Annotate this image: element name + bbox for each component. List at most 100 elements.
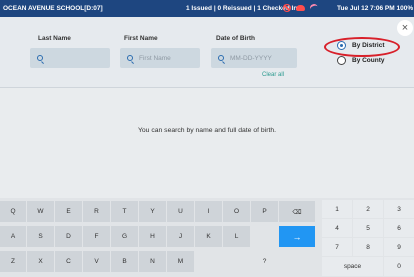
key-5[interactable]: 5 xyxy=(353,219,383,237)
key-c[interactable]: C xyxy=(55,251,82,272)
key-label: N xyxy=(150,258,155,265)
dob-field[interactable]: MM-DD-YYYY xyxy=(211,48,297,68)
close-button[interactable]: × xyxy=(397,20,413,36)
search-icon xyxy=(127,55,133,61)
clear-all-link[interactable]: Clear all xyxy=(262,72,284,78)
key-u[interactable]: U xyxy=(167,201,194,222)
blank-key[interactable] xyxy=(279,251,315,272)
search-icon xyxy=(218,55,224,61)
enter-key[interactable]: → xyxy=(279,226,315,247)
key-label: 4 xyxy=(335,224,339,232)
blank-key[interactable] xyxy=(195,251,222,272)
key-label: T xyxy=(122,208,127,215)
key-label: 8 xyxy=(366,243,370,251)
key-label: K xyxy=(206,233,211,240)
key-r[interactable]: R xyxy=(83,201,110,222)
key-label: 2 xyxy=(366,205,370,213)
highlight-ellipse xyxy=(324,37,400,57)
key-p[interactable]: P xyxy=(251,201,278,222)
first-name-label: First Name xyxy=(124,35,158,42)
status-counts: 1 Issued | 0 Reissued | 1 Checked In xyxy=(186,5,298,12)
key-f[interactable]: F xyxy=(83,226,110,247)
key-label: X xyxy=(38,258,43,265)
key-label: V xyxy=(94,258,99,265)
school-name: OCEAN AVENUE SCHOOL[D:07] xyxy=(3,5,103,12)
key-1[interactable]: 1 xyxy=(322,200,352,218)
key-label: ? xyxy=(262,258,267,265)
key-label: A xyxy=(10,233,16,240)
key-label: B xyxy=(122,258,127,265)
wifi-icon xyxy=(308,2,320,14)
key-8[interactable]: 8 xyxy=(353,238,383,256)
cloud-icon xyxy=(296,5,305,11)
key-label: space xyxy=(343,263,362,270)
key-label: D xyxy=(66,233,71,240)
key-label: W xyxy=(37,208,44,215)
key-z[interactable]: Z xyxy=(0,251,26,272)
key-n[interactable]: N xyxy=(139,251,166,272)
on-screen-keyboard: Q W E R T Y U I O P ⌫ A S D F G H J K L … xyxy=(0,198,414,277)
key-label: F xyxy=(94,233,99,240)
key-q[interactable]: Q xyxy=(0,201,26,222)
key-y[interactable]: Y xyxy=(139,201,166,222)
key-label: Q xyxy=(10,208,16,215)
last-name-field[interactable] xyxy=(30,48,110,68)
blank-key[interactable] xyxy=(251,226,278,247)
first-name-placeholder: First Name xyxy=(139,54,171,62)
key-label: P xyxy=(262,208,267,215)
key-w[interactable]: W xyxy=(27,201,54,222)
key-9[interactable]: 9 xyxy=(384,238,414,256)
dob-placeholder: MM-DD-YYYY xyxy=(230,54,272,62)
key-m[interactable]: M xyxy=(167,251,194,272)
key-b[interactable]: B xyxy=(111,251,138,272)
status-bar: OCEAN AVENUE SCHOOL[D:07] 1 Issued | 0 R… xyxy=(0,0,414,17)
search-icon xyxy=(37,55,43,61)
key-7[interactable]: 7 xyxy=(322,238,352,256)
key-label: 5 xyxy=(366,224,370,232)
key-question[interactable]: ? xyxy=(251,251,278,272)
key-k[interactable]: K xyxy=(195,226,222,247)
status-datetime: Tue Jul 12 7:06 PM 100% xyxy=(337,5,414,12)
key-h[interactable]: H xyxy=(139,226,166,247)
first-name-field[interactable]: First Name xyxy=(120,48,200,68)
key-2[interactable]: 2 xyxy=(353,200,383,218)
key-e[interactable]: E xyxy=(55,201,82,222)
key-d[interactable]: D xyxy=(55,226,82,247)
backspace-key[interactable]: ⌫ xyxy=(279,201,315,222)
key-o[interactable]: O xyxy=(223,201,250,222)
key-g[interactable]: G xyxy=(111,226,138,247)
key-x[interactable]: X xyxy=(27,251,54,272)
key-i[interactable]: I xyxy=(195,201,222,222)
scope-county-label: By County xyxy=(352,57,385,64)
key-t[interactable]: T xyxy=(111,201,138,222)
key-l[interactable]: L xyxy=(223,226,250,247)
ban-icon xyxy=(283,4,291,12)
scope-option-county[interactable]: By County xyxy=(337,56,385,65)
key-label: O xyxy=(233,208,240,215)
key-label: Z xyxy=(11,258,15,265)
key-label: H xyxy=(150,233,155,240)
key-3[interactable]: 3 xyxy=(384,200,414,218)
backspace-icon: ⌫ xyxy=(292,208,302,216)
key-v[interactable]: V xyxy=(83,251,110,272)
key-label: 3 xyxy=(397,205,401,213)
blank-key[interactable] xyxy=(223,251,250,272)
close-icon: × xyxy=(401,22,409,34)
key-4[interactable]: 4 xyxy=(322,219,352,237)
key-label: E xyxy=(66,208,71,215)
key-label: 6 xyxy=(397,224,401,232)
key-s[interactable]: S xyxy=(27,226,54,247)
status-icons xyxy=(283,2,320,14)
key-label: C xyxy=(66,258,71,265)
radio-unselected-icon xyxy=(337,56,346,65)
space-key[interactable]: space xyxy=(322,257,383,276)
key-a[interactable]: A xyxy=(0,226,26,247)
key-j[interactable]: J xyxy=(167,226,194,247)
key-label: M xyxy=(177,258,184,265)
key-6[interactable]: 6 xyxy=(384,219,414,237)
dob-label: Date of Birth xyxy=(216,35,255,42)
key-0[interactable]: 0 xyxy=(384,257,414,276)
search-hint: You can search by name and full date of … xyxy=(137,127,277,134)
arrow-right-icon: → xyxy=(292,231,302,242)
key-label: 7 xyxy=(335,243,339,251)
